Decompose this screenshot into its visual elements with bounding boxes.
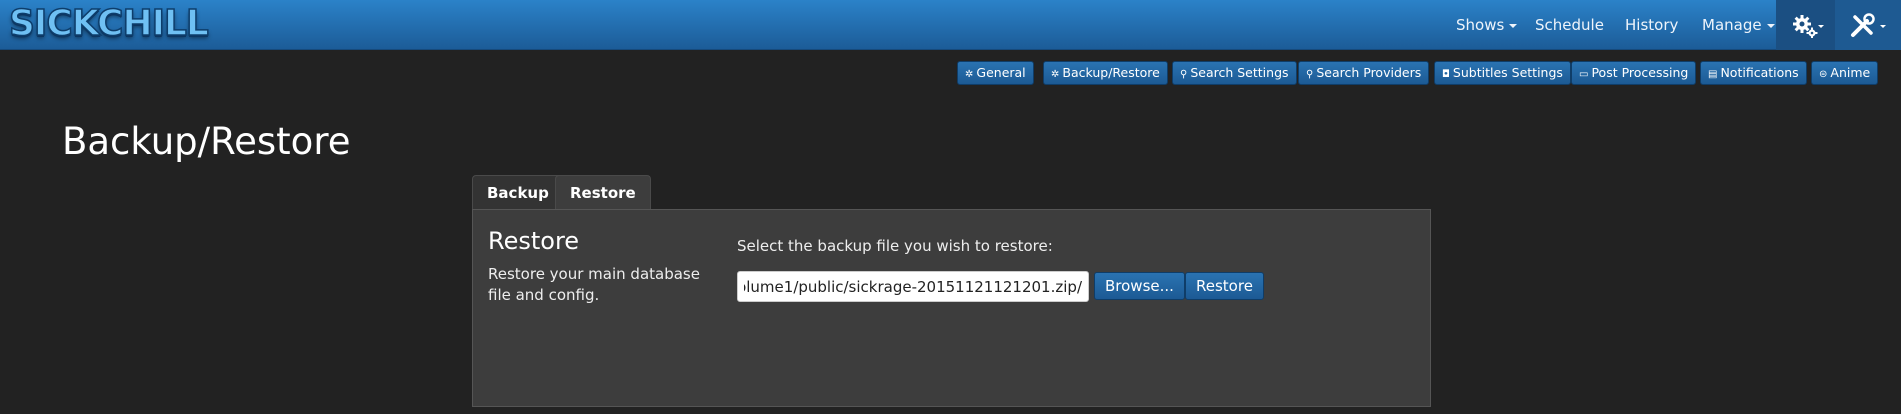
submenu-search-settings-button[interactable]: ⚲ Search Settings [1172,61,1297,85]
tab-restore-label: Restore [570,184,636,202]
submenu-notifications-button[interactable]: ▤ Notifications [1700,61,1807,85]
nav-shows[interactable]: Shows [1456,0,1518,50]
browse-button[interactable]: Browse... [1094,272,1185,300]
chevron-down-icon [1509,23,1518,28]
submenu-backup-restore-button[interactable]: ✲ Backup/Restore [1043,61,1168,85]
backup-file-input[interactable] [737,271,1089,302]
submenu-search-providers-button[interactable]: ⚲ Search Providers [1298,61,1430,85]
nav-history[interactable]: History [1625,0,1678,50]
restore-description: Restore your main database file and conf… [488,265,700,304]
anime-icon: ⊜ [1819,69,1828,80]
submenu-general-button[interactable]: ✲ General [957,61,1034,85]
submenu-general-label: General [976,65,1026,80]
submenu-anime-button[interactable]: ⊜ Anime [1811,61,1879,85]
search-icon: ⚲ [1180,69,1188,80]
nav-manage-label: Manage [1702,16,1762,34]
submenu-backup-restore-label: Backup/Restore [1062,65,1160,80]
notification-icon: ▤ [1708,69,1718,80]
tab-backup-label: Backup [487,184,549,202]
chevron-down-icon [1766,23,1775,28]
nav-history-label: History [1625,16,1679,34]
top-navbar: SICKCHILL Shows Schedule History Manage [0,0,1901,50]
submenu-post-processing-label: Post Processing [1591,65,1689,80]
tools-menu-button[interactable] [1835,0,1901,50]
search-icon: ⚲ [1306,69,1314,80]
sickchill-logo[interactable]: SICKCHILL [8,3,209,45]
gear-icon: ✲ [965,69,974,80]
nav-schedule-label: Schedule [1535,16,1604,34]
submenu-subtitles-settings-button[interactable]: ◘ Subtitles Settings [1434,61,1571,85]
nav-shows-label: Shows [1456,16,1505,34]
subtitles-icon: ◘ [1442,69,1450,80]
folder-open-icon: ▭ [1579,69,1589,80]
tab-restore[interactable]: Restore [555,175,651,211]
submenu-subtitles-settings-label: Subtitles Settings [1452,65,1563,80]
submenu-search-settings-label: Search Settings [1190,65,1289,80]
submenu-anime-label: Anime [1830,65,1871,80]
gear-icon: ✲ [1051,69,1060,80]
submenu-notifications-label: Notifications [1720,65,1799,80]
restore-button[interactable]: Restore [1185,272,1264,300]
tools-icon [1851,13,1886,37]
tab-backup[interactable]: Backup [472,175,564,210]
config-menu-button[interactable] [1776,0,1835,50]
nav-schedule[interactable]: Schedule [1535,0,1604,50]
restore-panel: Restore Restore your main database file … [472,209,1431,407]
gears-icon [1793,15,1824,38]
select-backup-label: Select the backup file you wish to resto… [737,237,1053,255]
nav-manage[interactable]: Manage [1702,0,1775,50]
restore-heading: Restore [488,227,580,255]
submenu-search-providers-label: Search Providers [1316,65,1422,80]
page-title: Backup/Restore [62,120,351,163]
submenu-post-processing-button[interactable]: ▭ Post Processing [1571,61,1697,85]
